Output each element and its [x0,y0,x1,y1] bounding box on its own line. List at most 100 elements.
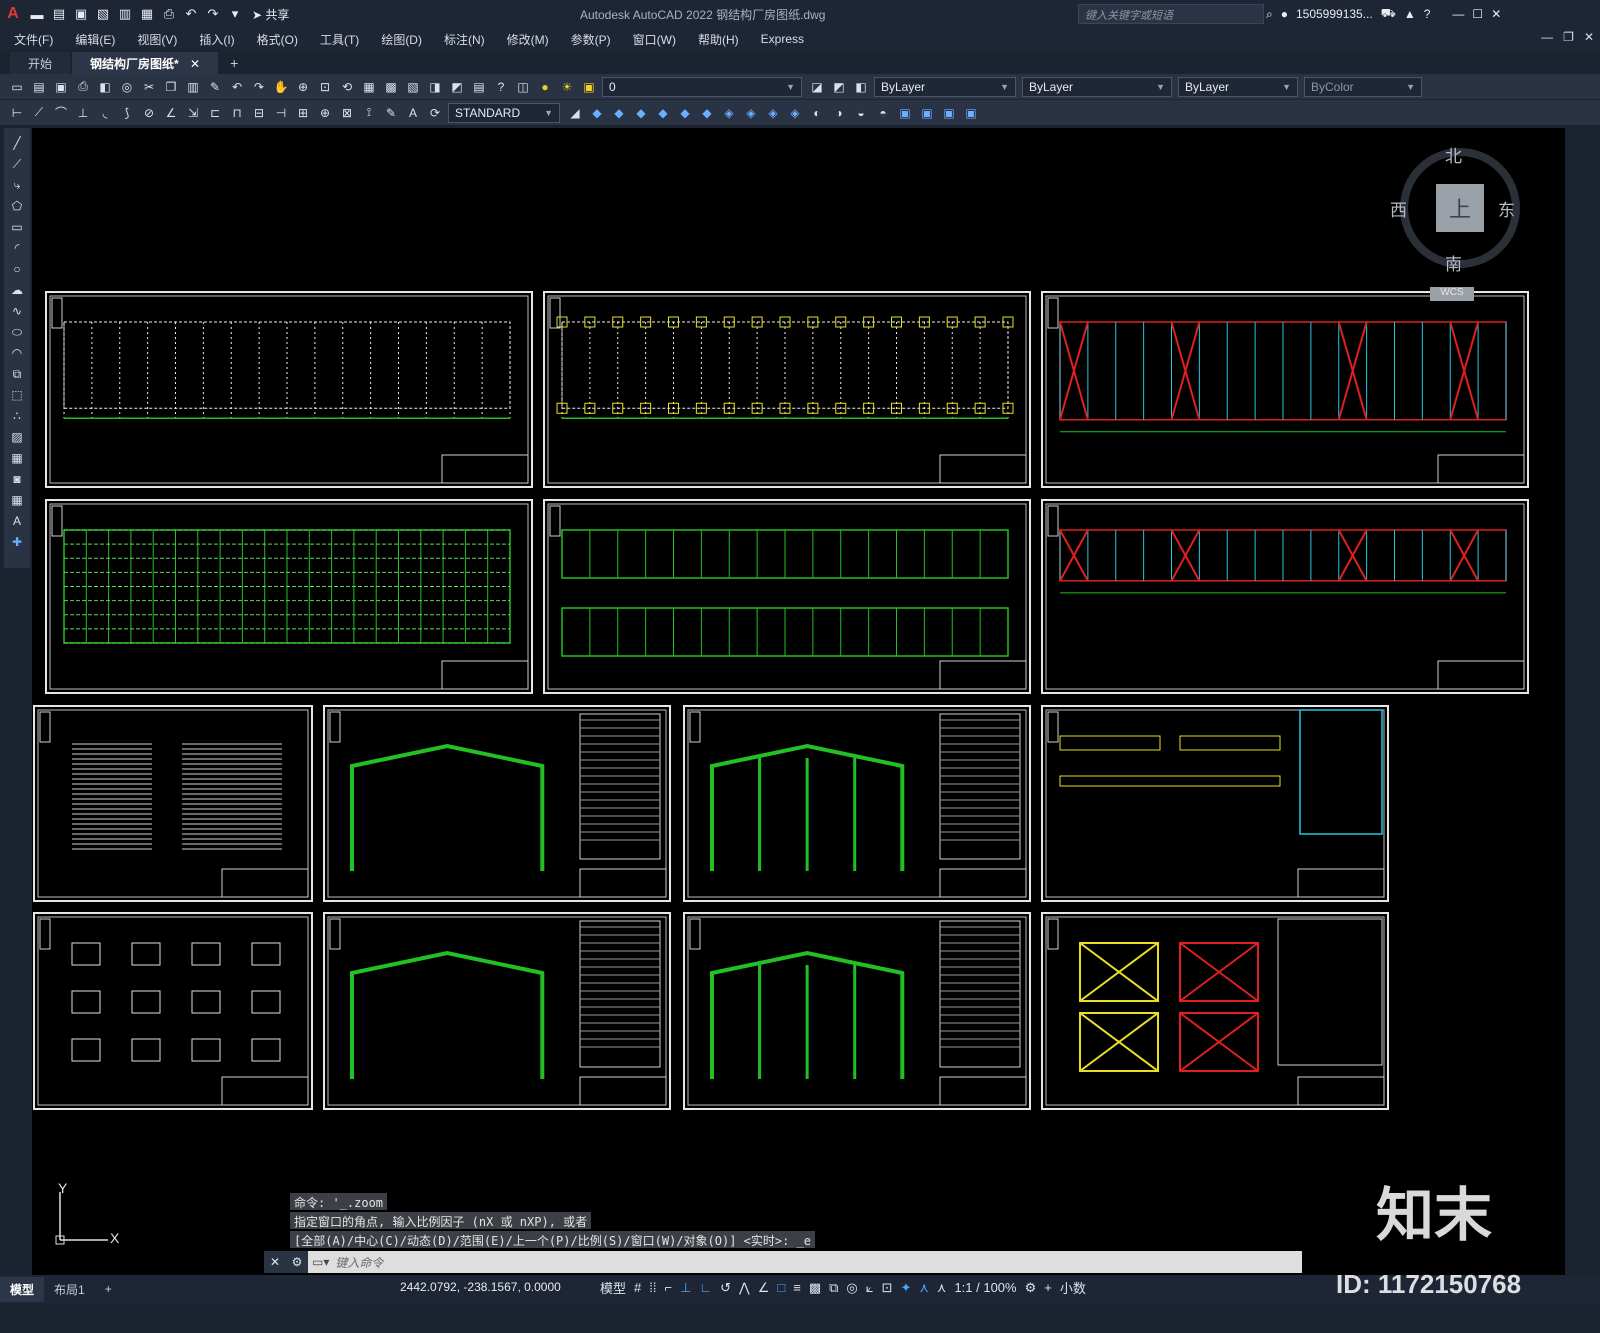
snap-icon[interactable]: ⁞⁞ [649,1280,656,1295]
dim-radius-icon[interactable]: ◟ [96,104,114,122]
spline-icon[interactable]: ∿ [8,302,26,320]
infer-constraints-icon[interactable]: ⌐ [664,1280,672,1295]
dimstyle-dropdown[interactable]: STANDARD ▼ [448,102,560,123]
tab-start[interactable]: 开始 [10,52,71,74]
view-left-icon[interactable]: ◆ [632,104,650,122]
customize-icon[interactable]: ▾ [224,4,246,24]
plot-icon[interactable]: ⎙ [158,4,180,24]
point-icon[interactable]: ∴ [8,407,26,425]
new-icon[interactable]: ▬ [26,4,48,24]
tolerance-icon[interactable]: ⊞ [294,104,312,122]
view-back-icon[interactable]: ◆ [676,104,694,122]
open-file-icon[interactable]: ▤ [30,78,48,96]
model-space-toggle[interactable]: 模型 [600,1278,626,1297]
doc-restore-icon[interactable]: ❐ [1563,30,1574,44]
viewcube-east[interactable]: 东 [1498,196,1515,221]
doc-close-icon[interactable]: ✕ [1584,30,1594,44]
menu-view[interactable]: 视图(V) [137,31,177,48]
command-customize-icon[interactable]: ⚙ [286,1251,308,1273]
hatch-icon[interactable]: ▨ [8,428,26,446]
dynamic-ucs-icon[interactable]: ⟀ [866,1280,874,1296]
center-mark-icon[interactable]: ⊕ [316,104,334,122]
rectangle-icon[interactable]: ▭ [8,218,26,236]
quick-dim-icon[interactable]: ⇲ [184,104,202,122]
save-icon[interactable]: ▣ [70,4,92,24]
undo-icon[interactable]: ↶ [180,4,202,24]
autocad-logo-icon[interactable]: A [0,0,26,28]
viewcube-south[interactable]: 南 [1445,250,1462,275]
view-sw-iso-icon[interactable]: ◈ [720,104,738,122]
redo-tb-icon[interactable]: ↷ [250,78,268,96]
help-tb-icon[interactable]: ? [492,78,510,96]
auto-scale-icon[interactable]: ⋏ [937,1280,947,1296]
ortho-icon[interactable]: ∟ [699,1280,712,1295]
ucs-world-icon[interactable]: ▣ [918,104,936,122]
menu-help[interactable]: 帮助(H) [698,31,739,48]
dim-break-icon[interactable]: ⊣ [272,104,290,122]
menu-express[interactable]: Express [761,32,804,46]
layer-previous-icon[interactable]: ◩ [830,78,848,96]
arc-icon[interactable]: ◜ [8,239,26,257]
region-icon[interactable]: ◙ [8,470,26,488]
polyline-icon[interactable]: ⤷ [8,176,26,194]
wcs-menu[interactable]: WCS [1430,287,1474,301]
view-ne-iso-icon[interactable]: ◈ [764,104,782,122]
user-name[interactable]: 1505999135... [1296,7,1373,21]
view-nw-iso-icon[interactable]: ◈ [786,104,804,122]
tool-palettes-icon[interactable]: ▧ [404,78,422,96]
mtext-icon[interactable]: A [8,512,26,530]
calculator-icon[interactable]: ▤ [470,78,488,96]
menu-file[interactable]: 文件(F) [14,31,53,48]
annotation-scale[interactable]: 1:1 / 100% [954,1280,1016,1295]
menu-window[interactable]: 窗口(W) [633,31,676,48]
add-layout-icon[interactable]: + [95,1278,122,1300]
plotstyle-dropdown[interactable]: ByColor ▼ [1304,76,1422,97]
menu-format[interactable]: 格式(O) [257,31,298,48]
menu-edit[interactable]: 编辑(E) [75,31,115,48]
dim-arc-icon[interactable]: ⌒ [52,104,70,122]
revision-cloud-icon[interactable]: ☁ [8,281,26,299]
paste-icon[interactable]: ▥ [184,78,202,96]
layer-properties-icon[interactable]: ◫ [514,78,532,96]
ucs-icon[interactable]: ▣ [896,104,914,122]
viewcube-north[interactable]: 北 [1445,142,1462,167]
design-center-icon[interactable]: ▩ [382,78,400,96]
conceptual-icon[interactable]: ◓ [874,104,892,122]
lineweight-dropdown[interactable]: ByLayer ▼ [1178,76,1298,97]
coordinate-readout[interactable]: 2442.0792, -238.1567, 0.0000 [400,1280,561,1294]
cut-icon[interactable]: ✂ [140,78,158,96]
inspect-icon[interactable]: ⊠ [338,104,356,122]
menu-parameters[interactable]: 参数(P) [571,31,611,48]
drawing-canvas[interactable]: 上 北 南 东 西 WCS Y X 知末 [32,128,1565,1302]
save-file-icon[interactable]: ▣ [52,78,70,96]
object-snap-icon[interactable]: □ [777,1280,785,1295]
view-top-icon[interactable]: ◆ [610,104,628,122]
command-line[interactable]: ✕ ⚙ ▭▾ 键入命令 [264,1251,1302,1273]
dim-jogged-icon[interactable]: ⟆ [118,104,136,122]
shaded-icon[interactable]: ◑ [830,104,848,122]
workspace-gear-icon[interactable]: ⚙ [1025,1280,1037,1296]
dim-continue-icon[interactable]: ⊓ [228,104,246,122]
ucs-face-icon[interactable]: ▣ [962,104,980,122]
user-icon[interactable]: ● [1281,7,1288,21]
share-button[interactable]: ➤ 共享 [252,6,289,23]
print-icon[interactable]: ⎙ [74,78,92,96]
make-current-icon[interactable]: ◪ [808,78,826,96]
gizmo-icon[interactable]: ✦ [900,1280,911,1296]
realistic-icon[interactable]: ◒ [852,104,870,122]
line-icon[interactable]: ╱ [8,134,26,152]
preview-icon[interactable]: ◧ [96,78,114,96]
isodraft-icon[interactable]: ⋀ [739,1280,750,1296]
transparency-icon[interactable]: ▩ [809,1280,821,1296]
sun-icon[interactable]: ☀ [558,78,576,96]
properties-icon[interactable]: ▦ [360,78,378,96]
pan-icon[interactable]: ✋ [272,78,290,96]
menu-modify[interactable]: 修改(M) [507,31,549,48]
open-icon[interactable]: ▤ [48,4,70,24]
search-icon[interactable]: ⌕ [1266,7,1273,22]
tab-close-icon[interactable]: ✕ [190,57,200,71]
viewcube-face-top[interactable]: 上 [1436,184,1484,232]
web-icon[interactable]: ▦ [136,4,158,24]
save-as-icon[interactable]: ▧ [92,4,114,24]
menu-dimension[interactable]: 标注(N) [444,31,485,48]
